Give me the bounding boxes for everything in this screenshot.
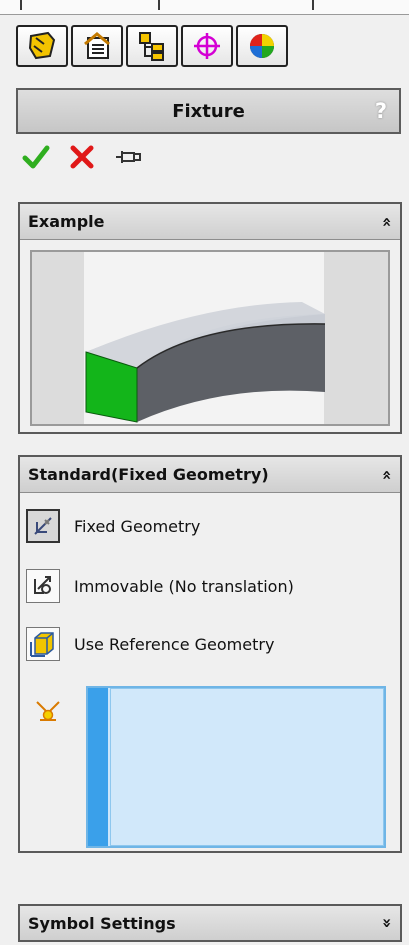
reference-geometry-icon: [26, 627, 60, 661]
symbol-title: Symbol Settings: [28, 913, 176, 933]
standard-fixtures-panel: Standard(Fixed Geometry) « Fixed Geometr…: [18, 455, 402, 853]
tab-property-manager[interactable]: [71, 25, 123, 67]
immovable-icon: [26, 569, 60, 603]
ok-button[interactable]: [22, 143, 50, 171]
option-label: Use Reference Geometry: [74, 634, 275, 654]
option-label: Immovable (No translation): [74, 576, 294, 596]
tab-dimxpert-manager[interactable]: [181, 25, 233, 67]
property-manager-header: Fixture ?: [16, 88, 401, 134]
cancel-button[interactable]: [68, 143, 96, 171]
tab-configuration-manager[interactable]: [126, 25, 178, 67]
selection-field[interactable]: [110, 688, 384, 846]
symbol-panel-header[interactable]: Symbol Settings »: [20, 906, 400, 940]
fixed-part-illustration: [85, 302, 326, 423]
example-title: Example: [28, 212, 105, 231]
option-immovable[interactable]: Immovable (No translation): [26, 567, 294, 605]
display-manager-icon: [250, 34, 274, 58]
page-title: Fixture: [172, 100, 245, 122]
property-manager-icon: [84, 32, 110, 59]
pushpin-button[interactable]: [114, 143, 142, 171]
collapse-chevron-icon[interactable]: «: [378, 216, 397, 226]
option-label: Fixed Geometry: [74, 516, 201, 536]
option-reference-geometry[interactable]: Use Reference Geometry: [26, 625, 274, 663]
manager-tabs: [16, 25, 288, 69]
standard-panel-header[interactable]: Standard(Fixed Geometry) «: [20, 457, 400, 493]
divider: [312, 0, 314, 10]
symbol-settings-panel: Symbol Settings »: [18, 904, 402, 942]
collapse-chevron-icon[interactable]: «: [378, 469, 397, 479]
help-button[interactable]: ?: [375, 99, 387, 123]
example-panel-header[interactable]: Example «: [20, 204, 400, 240]
action-buttons: [22, 142, 142, 172]
tab-display-manager[interactable]: [236, 25, 288, 67]
standard-title: Standard(Fixed Geometry): [28, 465, 269, 484]
fixed-geometry-icon: [26, 509, 60, 543]
top-strip: [0, 0, 409, 15]
divider: [20, 0, 22, 10]
configuration-manager-icon: [139, 32, 164, 61]
example-panel: Example «: [18, 202, 402, 434]
vertex-icon: [36, 701, 60, 721]
feature-manager-icon: [28, 31, 56, 60]
divider: [158, 0, 160, 10]
selection-listbox[interactable]: [86, 686, 386, 848]
expand-chevron-icon[interactable]: »: [378, 918, 397, 928]
option-fixed-geometry[interactable]: Fixed Geometry: [26, 507, 200, 545]
dimxpert-icon: [194, 33, 220, 59]
tab-feature-manager[interactable]: [16, 25, 68, 67]
example-image: [30, 250, 390, 426]
active-selection-stripe: [88, 688, 108, 846]
